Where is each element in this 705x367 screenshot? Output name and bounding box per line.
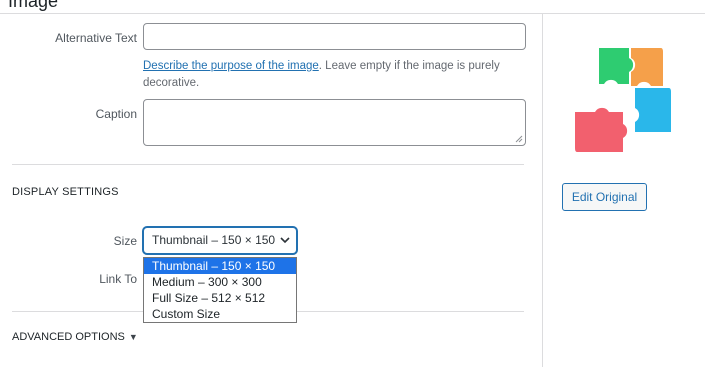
- alt-text-label: Alternative Text: [55, 31, 137, 45]
- edit-original-button[interactable]: Edit Original: [562, 183, 647, 211]
- size-option-custom[interactable]: Custom Size: [144, 306, 296, 322]
- section-divider: [12, 311, 143, 312]
- size-select-value: Thumbnail – 150 × 150: [152, 233, 276, 247]
- size-select[interactable]: Thumbnail – 150 × 150: [143, 227, 297, 254]
- display-settings-title: DISPLAY SETTINGS: [12, 186, 119, 198]
- triangle-down-icon: ▼: [128, 332, 138, 342]
- caption-label: Caption: [95, 107, 137, 121]
- size-option-full[interactable]: Full Size – 512 × 512: [144, 290, 296, 306]
- section-divider: [12, 164, 524, 165]
- page-title-clipped: Image: [0, 0, 705, 14]
- size-option-thumbnail[interactable]: Thumbnail – 150 × 150: [144, 258, 296, 274]
- chevron-down-icon: [280, 237, 290, 244]
- size-option-medium[interactable]: Medium – 300 × 300: [144, 274, 296, 290]
- alt-text-help: Describe the purpose of the image. Leave…: [143, 58, 528, 92]
- alt-text-input[interactable]: [143, 23, 526, 50]
- advanced-options-toggle[interactable]: ADVANCED OPTIONS ▼: [12, 331, 138, 343]
- section-divider: [297, 311, 524, 312]
- page-title: Image: [8, 0, 59, 11]
- link-to-label: Link To: [99, 272, 137, 286]
- caption-textarea[interactable]: [143, 99, 526, 146]
- alt-text-help-link[interactable]: Describe the purpose of the image: [143, 60, 319, 72]
- advanced-options-label: ADVANCED OPTIONS: [12, 331, 125, 343]
- resize-grip-icon[interactable]: [515, 135, 523, 143]
- size-label: Size: [113, 234, 137, 248]
- size-dropdown-list: Thumbnail – 150 × 150 Medium – 300 × 300…: [143, 257, 297, 323]
- puzzle-image: [575, 48, 671, 152]
